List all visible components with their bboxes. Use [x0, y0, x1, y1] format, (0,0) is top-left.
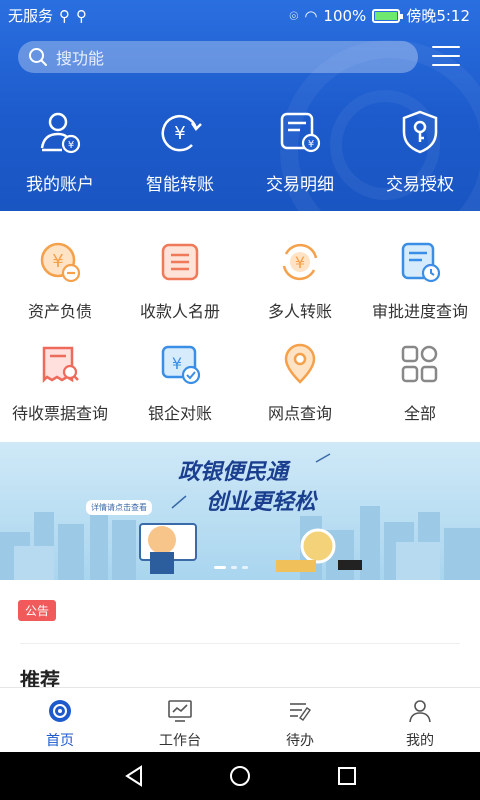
service-label: 审批进度查询 — [371, 302, 468, 321]
tab-label: 我的 — [406, 733, 434, 749]
service-payee-list[interactable]: 收款人名册 — [120, 228, 240, 330]
tab-workbench[interactable]: 工作台 — [120, 688, 240, 751]
back-icon[interactable] — [122, 764, 146, 788]
location-icon — [284, 343, 316, 384]
svg-text:¥: ¥ — [308, 139, 314, 150]
bill-search-icon — [42, 346, 79, 384]
approval-icon — [401, 242, 441, 283]
yen-minus-icon: ¥ — [40, 242, 81, 283]
home-icon — [49, 700, 71, 722]
multi-transfer-icon: ¥ — [282, 243, 318, 281]
tab-mine[interactable]: 我的 — [360, 688, 480, 751]
divider — [20, 643, 460, 644]
svg-text:¥: ¥ — [52, 251, 63, 272]
workbench-icon — [168, 700, 192, 722]
banner-title: 政银便民通 — [178, 460, 289, 485]
service-all[interactable]: 全部 — [360, 330, 480, 432]
system-nav-bar — [0, 752, 480, 800]
usb-icon: ⚲ — [59, 6, 71, 25]
todo-icon — [290, 703, 311, 721]
transfer-icon: ¥ — [161, 114, 202, 152]
home-nav-icon[interactable] — [228, 764, 252, 788]
service-approval-progress[interactable]: 审批进度查询 — [360, 228, 480, 330]
service-reconcile[interactable]: ¥ 银企对账 — [120, 330, 240, 432]
usb-icon: ⚲ — [76, 6, 88, 25]
promo-banner[interactable]: 政银便民通 创业更轻松 详情请点击查看 — [0, 442, 480, 580]
battery-percent: 100% — [323, 6, 367, 25]
tab-todo[interactable]: 待办 — [240, 688, 360, 751]
header: 无服务 ⚲ ⚲ ⌾ ◠ 100% 傍晚5:12 搜功能 ¥ 我的账户 ¥ 智能转… — [0, 0, 480, 211]
service-label: 全部 — [403, 404, 436, 423]
list-icon — [161, 243, 199, 281]
tab-label: 待办 — [286, 733, 314, 749]
service-label: 待收票据查询 — [11, 404, 108, 423]
menu-icon — [432, 46, 460, 48]
service-asset-liability[interactable]: ¥ 资产负债 — [0, 228, 120, 330]
quick-transaction-detail[interactable]: ¥ 交易明细 — [240, 108, 360, 195]
shield-key-icon — [402, 110, 438, 154]
service-label: 收款人名册 — [139, 302, 220, 321]
svg-text:¥: ¥ — [172, 354, 182, 373]
app-page: 无服务 ⚲ ⚲ ⌾ ◠ 100% 傍晚5:12 搜功能 ¥ 我的账户 ¥ 智能转… — [0, 0, 480, 800]
battery-icon — [372, 8, 404, 23]
service-bill-query[interactable]: 待收票据查询 — [0, 330, 120, 432]
tab-label: 工作台 — [159, 733, 201, 749]
wifi-icon: ◠ — [304, 6, 318, 25]
clock: 傍晚5:12 — [406, 7, 470, 25]
reconcile-icon: ¥ — [161, 345, 201, 385]
svg-text:¥: ¥ — [68, 140, 74, 151]
bottom-tab-bar: 首页 工作台 待办 我的 — [0, 687, 480, 751]
search-icon — [29, 48, 47, 66]
service-label: 银企对账 — [147, 404, 212, 423]
search-placeholder: 搜功能 — [56, 49, 105, 68]
recents-icon[interactable] — [335, 764, 359, 788]
quick-label: 我的账户 — [26, 175, 94, 195]
carrier-text: 无服务 — [8, 7, 54, 25]
quick-smart-transfer[interactable]: ¥ 智能转账 — [120, 108, 240, 195]
quick-actions: ¥ 我的账户 ¥ 智能转账 ¥ 交易明细 交易授权 — [0, 108, 480, 195]
search-input[interactable]: 搜功能 — [18, 41, 418, 73]
quick-label: 交易明细 — [266, 175, 334, 195]
user-icon — [409, 700, 431, 723]
status-bar: 无服务 ⚲ ⚲ ⌾ ◠ 100% 傍晚5:12 — [0, 0, 480, 30]
menu-button[interactable] — [432, 46, 460, 68]
carousel-indicator — [214, 566, 248, 569]
detail-icon: ¥ — [280, 112, 321, 153]
all-icon — [401, 345, 438, 383]
svg-text:¥: ¥ — [295, 253, 305, 272]
service-multi-transfer[interactable]: ¥ 多人转账 — [240, 228, 360, 330]
quick-label: 智能转账 — [146, 175, 214, 195]
location-status-icon: ⌾ — [289, 6, 299, 25]
banner-detail-tag[interactable]: 详情请点击查看 — [86, 500, 152, 515]
tab-label: 首页 — [46, 733, 74, 749]
service-grid: ¥ 资产负债 收款人名册 ¥ 多人转账 审批进度查询 待收票据查询 ¥ 银企对账… — [0, 228, 480, 432]
account-icon: ¥ — [40, 112, 81, 154]
banner-subtitle: 创业更轻松 — [206, 490, 317, 515]
service-label: 多人转账 — [267, 302, 332, 321]
quick-transaction-auth[interactable]: 交易授权 — [360, 108, 480, 195]
service-label: 资产负债 — [27, 302, 92, 321]
service-label: 网点查询 — [267, 404, 332, 423]
quick-my-account[interactable]: ¥ 我的账户 — [0, 108, 120, 195]
notice-badge[interactable]: 公告 — [18, 600, 57, 621]
service-branch-query[interactable]: 网点查询 — [240, 330, 360, 432]
quick-label: 交易授权 — [386, 175, 454, 195]
svg-text:¥: ¥ — [174, 123, 185, 144]
tab-home[interactable]: 首页 — [0, 688, 120, 751]
